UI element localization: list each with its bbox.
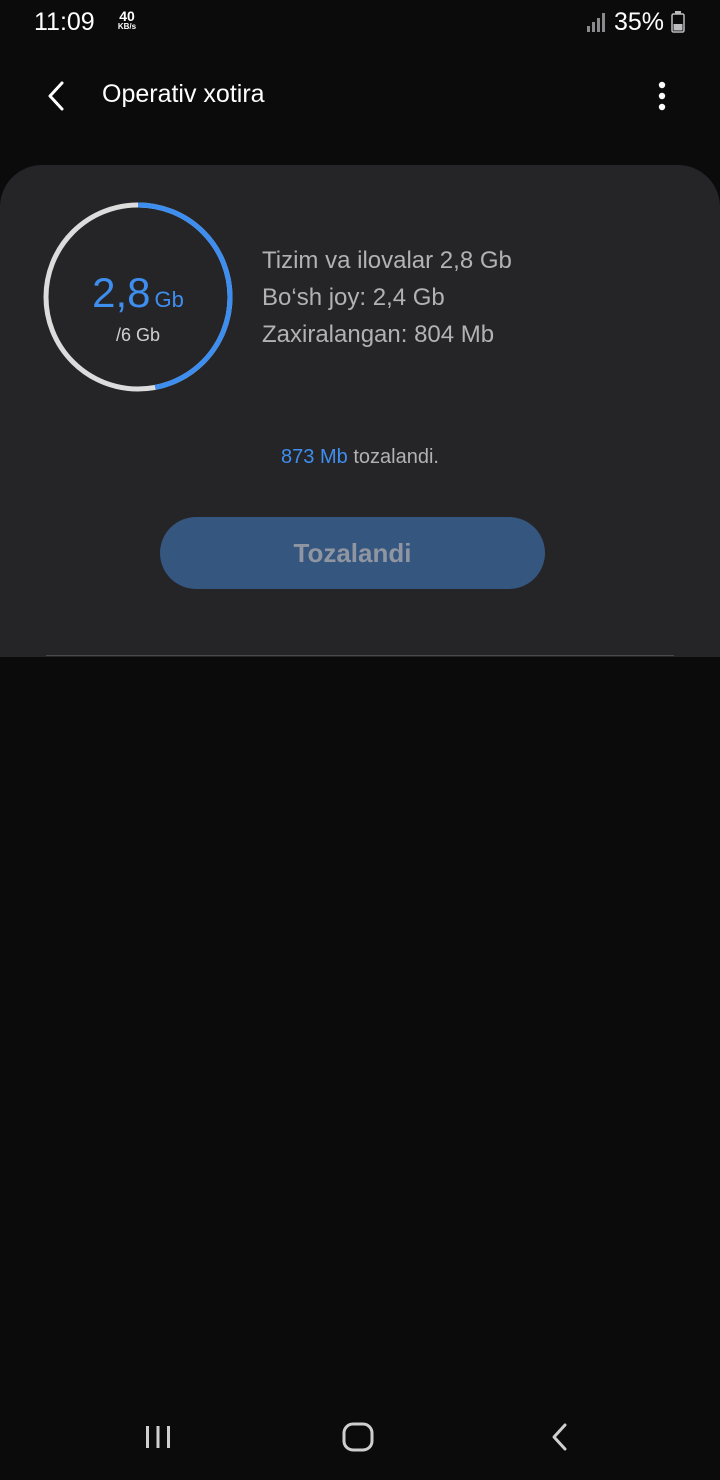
memory-card: 2,8 Gb /6 Gb Tizim va ilovalar 2,8 Gb Bo‘… — [0, 165, 720, 657]
network-speed-indicator: 40 KB/s — [112, 9, 142, 31]
memory-used-unit: Gb — [154, 287, 184, 312]
battery-icon — [671, 11, 685, 33]
more-vertical-icon — [658, 81, 666, 111]
status-bar: 11:09 40 KB/s 35% — [0, 0, 720, 48]
home-button[interactable] — [328, 1412, 388, 1462]
battery-percent: 35% — [614, 8, 665, 36]
stat-free-space: Bo‘sh joy: 2,4 Gb — [262, 284, 445, 311]
navigation-bar — [0, 1392, 720, 1480]
network-speed-unit: KB/s — [117, 22, 137, 31]
network-speed-value: 40 — [119, 8, 135, 24]
freed-message: 873 Mb tozalandi. — [0, 446, 720, 469]
home-icon — [342, 1422, 374, 1452]
memory-ring-label: 2,8 Gb /6 Gb — [40, 199, 236, 395]
memory-stats: Tizim va ilovalar 2,8 Gb Bo‘sh joy: 2,4 … — [262, 242, 512, 353]
chevron-left-icon — [48, 81, 64, 111]
page-title: Operativ xotira — [102, 80, 265, 108]
freed-suffix: tozalandi. — [347, 446, 439, 468]
freed-amount: 873 Mb — [281, 446, 348, 468]
back-button[interactable] — [34, 76, 78, 116]
stat-system-apps: Tizim va ilovalar 2,8 Gb — [262, 247, 512, 274]
recents-button[interactable] — [128, 1412, 188, 1462]
memory-used: 2,8 Gb — [40, 269, 236, 317]
clean-button[interactable]: Tozalandi — [160, 517, 545, 589]
stat-reserved: Zaxiralangan: 804 Mb — [262, 321, 495, 348]
signal-icon — [587, 13, 605, 32]
more-options-button[interactable] — [642, 74, 682, 118]
back-icon — [552, 1423, 567, 1451]
recents-icon — [146, 1426, 170, 1448]
app-bar: Operativ xotira — [0, 60, 720, 130]
nav-back-button[interactable] — [530, 1412, 590, 1462]
memory-used-value: 2,8 — [92, 269, 151, 316]
divider — [46, 655, 674, 656]
memory-total: /6 Gb — [115, 325, 161, 345]
status-time: 11:09 — [34, 8, 95, 36]
